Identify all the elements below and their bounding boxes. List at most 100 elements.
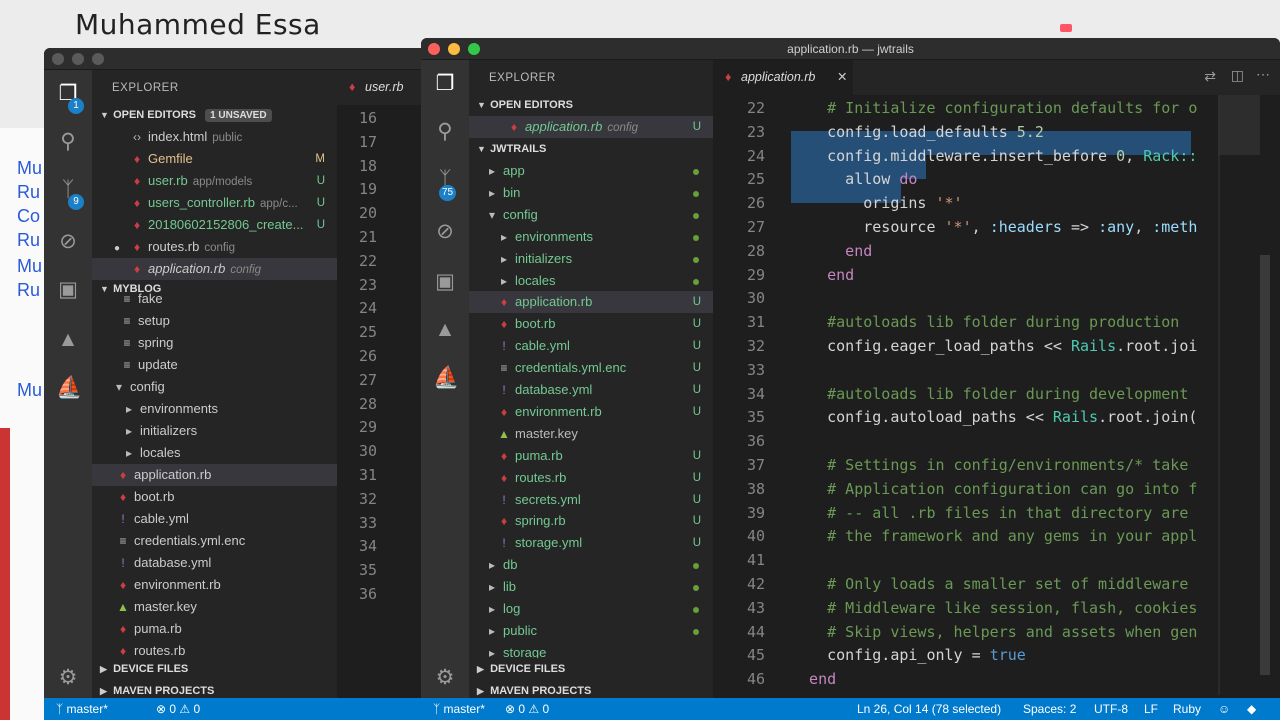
code-token: :meth [1152,218,1198,236]
open-editors-section[interactable]: ▼ OPEN EDITORS 1 UNSAVED [92,104,337,126]
tree-item[interactable]: ≡ fake [92,288,337,310]
tree-item[interactable]: ▸ environments [469,226,713,248]
tree-item[interactable]: ! secrets.yml U [469,489,713,511]
debug-icon[interactable]: ⊘ [433,220,457,244]
tree-item[interactable]: ▲ master.key [469,423,713,445]
tree-item[interactable]: ▸ environments [92,398,337,420]
branch-status[interactable]: ᛉ master* [56,698,108,720]
tree-item[interactable]: ≡ setup [92,310,337,332]
tree-item[interactable]: ▸ log [469,598,713,620]
maven-projects-section[interactable]: ▶ MAVEN PROJECTS [469,680,713,698]
project-section[interactable]: ▼ JWTRAILS [469,138,713,160]
extensions-icon[interactable]: ▣ [433,270,457,294]
encoding[interactable]: UTF-8 [1094,698,1128,720]
tree-item[interactable]: ▾ config [92,376,337,398]
tree-item[interactable]: ▸ initializers [469,248,713,270]
git-status: U [316,197,325,209]
docker-icon[interactable]: ⛵ [56,376,82,400]
docker-icon[interactable]: ⛵ [433,366,459,390]
extensions-icon[interactable]: ▣ [56,278,80,302]
minimize-window-button[interactable] [72,53,84,65]
tree-item[interactable]: ♦ spring.rb U [469,510,713,532]
tree-item[interactable]: ▾ config [469,204,713,226]
minimap[interactable] [1218,95,1260,155]
tree-item[interactable]: ▸ public [469,620,713,642]
open-editor-item[interactable]: ♦ 20180602152806_create... U [92,214,337,236]
tree-item[interactable]: ♦ puma.rb [92,618,337,640]
tree-item[interactable]: ▸ locales [469,270,713,292]
tree-item[interactable]: ! cable.yml [92,508,337,530]
tree-item[interactable]: ≡ credentials.yml.enc [92,530,337,552]
tree-item[interactable]: ♦ puma.rb U [469,445,713,467]
git-status: U [692,405,701,418]
problems-status[interactable]: ⊗ 0 ⚠ 0 [505,698,549,720]
tree-item[interactable]: ! storage.yml U [469,532,713,554]
tree-item[interactable]: ♦ application.rb U [469,291,713,314]
line-number: 19 [358,180,377,199]
close-window-button[interactable] [52,53,64,65]
open-editors-section[interactable]: ▼ OPEN EDITORS [469,94,713,116]
tree-item[interactable]: ♦ environment.rb [92,574,337,596]
tree-item[interactable]: ▲ master.key [92,596,337,618]
line-ending[interactable]: LF [1144,698,1158,720]
settings-gear-icon[interactable]: ⚙ [56,666,80,690]
tree-item[interactable]: ≡ spring [92,332,337,354]
tree-item[interactable]: ♦ environment.rb U [469,401,713,423]
file-name: public [503,622,537,638]
tree-item[interactable]: ≡ credentials.yml.enc U [469,357,713,379]
tree-item[interactable]: ♦ routes.rb U [469,467,713,489]
tree-item[interactable]: ♦ application.rb [92,464,337,486]
cursor-position[interactable]: Ln 26, Col 14 (78 selected) [857,698,1001,720]
open-editor-item[interactable]: ● ♦ routes.rb config [92,236,337,258]
chevron-right-icon: ▸ [488,164,496,178]
debug-icon[interactable]: ⊘ [56,230,80,254]
unsaved-dot-icon[interactable]: ● [114,238,130,260]
device-files-section[interactable]: ▶ DEVICE FILES [92,658,337,680]
open-editor-item[interactable]: ♦ Gemfile M [92,148,337,170]
feedback-smiley-icon[interactable]: ☺ [1218,698,1230,720]
notifications-bell-icon[interactable]: ◆ [1247,698,1256,720]
tree-item[interactable]: ! database.yml [92,552,337,574]
settings-gear-icon[interactable]: ⚙ [433,666,457,690]
search-icon[interactable]: ⚲ [56,130,80,154]
tree-item[interactable]: ▸ app [469,160,713,182]
open-editor-item[interactable]: ♦ application.rb config U [469,116,713,138]
tree-item[interactable]: ♦ boot.rb [92,486,337,508]
tree-item[interactable]: ▸ locales [92,442,337,464]
tree-item[interactable]: ♦ boot.rb U [469,313,713,335]
branch-status[interactable]: ᛉ master* [433,698,485,720]
close-tab-icon[interactable]: ✕ [837,60,847,95]
open-editor-item[interactable]: ♦ application.rb config [92,258,337,280]
tab-application-rb[interactable]: ♦ application.rb ✕ [713,60,853,95]
front-code-area[interactable]: 22 # Initialize configuration defaults f… [713,95,1280,698]
language-mode[interactable]: Ruby [1173,698,1201,720]
indentation[interactable]: Spaces: 2 [1023,698,1076,720]
tree-item[interactable]: ≡ update [92,354,337,376]
files-icon[interactable]: ❐ [433,72,457,96]
zoom-window-button[interactable] [92,53,104,65]
device-files-section[interactable]: ▶ DEVICE FILES [469,658,713,680]
line-number: 39 [746,503,765,522]
tree-item[interactable]: ▸ initializers [92,420,337,442]
tree-item[interactable]: ▸ lib [469,576,713,598]
file-name: database.yml [515,382,593,397]
file-icon: ≡ [123,336,131,350]
tree-item[interactable]: ! database.yml U [469,379,713,401]
search-icon[interactable]: ⚲ [433,120,457,144]
maven-projects-section[interactable]: ▶ MAVEN PROJECTS [92,680,337,698]
tree-item[interactable]: ▸ db [469,554,713,576]
open-changes-icon[interactable]: ⇄ [1204,68,1216,85]
open-editor-item[interactable]: ♦ users_controller.rb app/c... U [92,192,337,214]
open-editor-item[interactable]: ♦ user.rb app/models U [92,170,337,192]
vertical-scrollbar[interactable] [1260,255,1270,675]
more-actions-icon[interactable]: ⋯ [1256,66,1270,83]
azure-icon[interactable]: ▲ [433,318,457,342]
file-name: update [138,357,178,372]
warnings-count: 0 [542,702,550,716]
azure-icon[interactable]: ▲ [56,328,80,352]
tree-item[interactable]: ▸ bin [469,182,713,204]
split-editor-icon[interactable]: ◫ [1231,67,1244,84]
problems-status[interactable]: ⊗ 0 ⚠ 0 [156,698,200,720]
tree-item[interactable]: ! cable.yml U [469,335,713,357]
open-editor-item[interactable]: ‹› index.html public [92,126,337,148]
